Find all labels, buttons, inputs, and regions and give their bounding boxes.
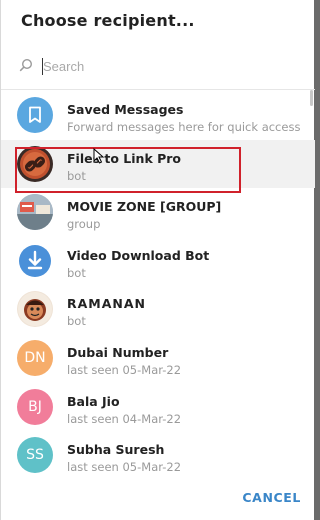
contact-status: last seen 05-Mar-22 <box>67 460 182 475</box>
contact-status: group <box>67 217 101 232</box>
list-item-ramanan[interactable]: RAMANAN bot <box>1 285 315 334</box>
search-icon <box>19 58 33 72</box>
contact-status: bot <box>67 314 86 329</box>
contact-name: Files to Link Pro <box>67 150 182 166</box>
list-item-bala-jio[interactable]: BJ Bala Jio last seen 04-Mar-22 <box>1 383 315 432</box>
video-download-avatar <box>17 242 53 279</box>
cartoon-face-icon <box>18 292 52 327</box>
header-divider <box>1 89 315 90</box>
avatar-initials: SS <box>17 437 53 474</box>
cancel-button[interactable]: CANCEL <box>242 490 301 505</box>
contact-name: Video Download Bot <box>67 247 210 263</box>
avatar-initials: BJ <box>17 388 53 425</box>
contact-name: Saved Messages <box>67 102 184 117</box>
list-item-movie-zone-group[interactable]: MOVIE ZONE [GROUP] group <box>1 188 315 237</box>
list-item-files-to-link-pro[interactable]: Files to Link Pro bot <box>1 139 315 189</box>
list-item-subha-suresh[interactable]: SS Subha Suresh last seen 05-Mar-22 <box>1 431 315 476</box>
bookmark-icon <box>29 106 41 123</box>
download-icon <box>19 244 51 277</box>
search-input[interactable] <box>43 55 293 77</box>
link-logo-icon <box>20 148 50 179</box>
saved-messages-avatar <box>17 97 53 133</box>
movie-zone-photo-icon <box>17 194 53 231</box>
recipient-list[interactable]: Saved Messages Forward messages here for… <box>1 91 315 476</box>
contact-name: Subha Suresh <box>67 442 165 458</box>
contact-name: RAMANAN <box>67 296 147 312</box>
contact-name: Bala Jio <box>67 393 120 409</box>
dialog-title: Choose recipient... <box>21 11 195 30</box>
contact-name: MOVIE ZONE [GROUP] <box>67 199 222 215</box>
list-item-saved-messages[interactable]: Saved Messages Forward messages here for… <box>1 91 315 140</box>
contact-status: last seen 05-Mar-22 <box>67 362 182 377</box>
movie-zone-avatar <box>17 194 53 231</box>
text-cursor <box>42 58 43 75</box>
contact-status: Forward messages here for quick access <box>67 120 301 134</box>
ramanan-avatar <box>17 291 53 328</box>
contact-status: bot <box>67 168 86 183</box>
files-to-link-avatar <box>17 145 53 182</box>
avatar-initials: DN <box>17 339 53 376</box>
mouse-cursor-icon <box>93 148 105 164</box>
list-item-video-download-bot[interactable]: Video Download Bot bot <box>1 237 315 286</box>
scrollbar-thumb[interactable] <box>310 90 313 106</box>
contact-status: bot <box>67 265 86 280</box>
contact-name: Dubai Number <box>67 344 169 360</box>
search-bar[interactable] <box>19 55 299 79</box>
forward-dialog: Choose recipient... Saved Messages Forwa… <box>0 0 315 520</box>
dialog-footer: CANCEL <box>1 476 315 520</box>
list-item-dubai-number[interactable]: DN Dubai Number last seen 05-Mar-22 <box>1 334 315 383</box>
contact-status: last seen 04-Mar-22 <box>67 411 182 426</box>
